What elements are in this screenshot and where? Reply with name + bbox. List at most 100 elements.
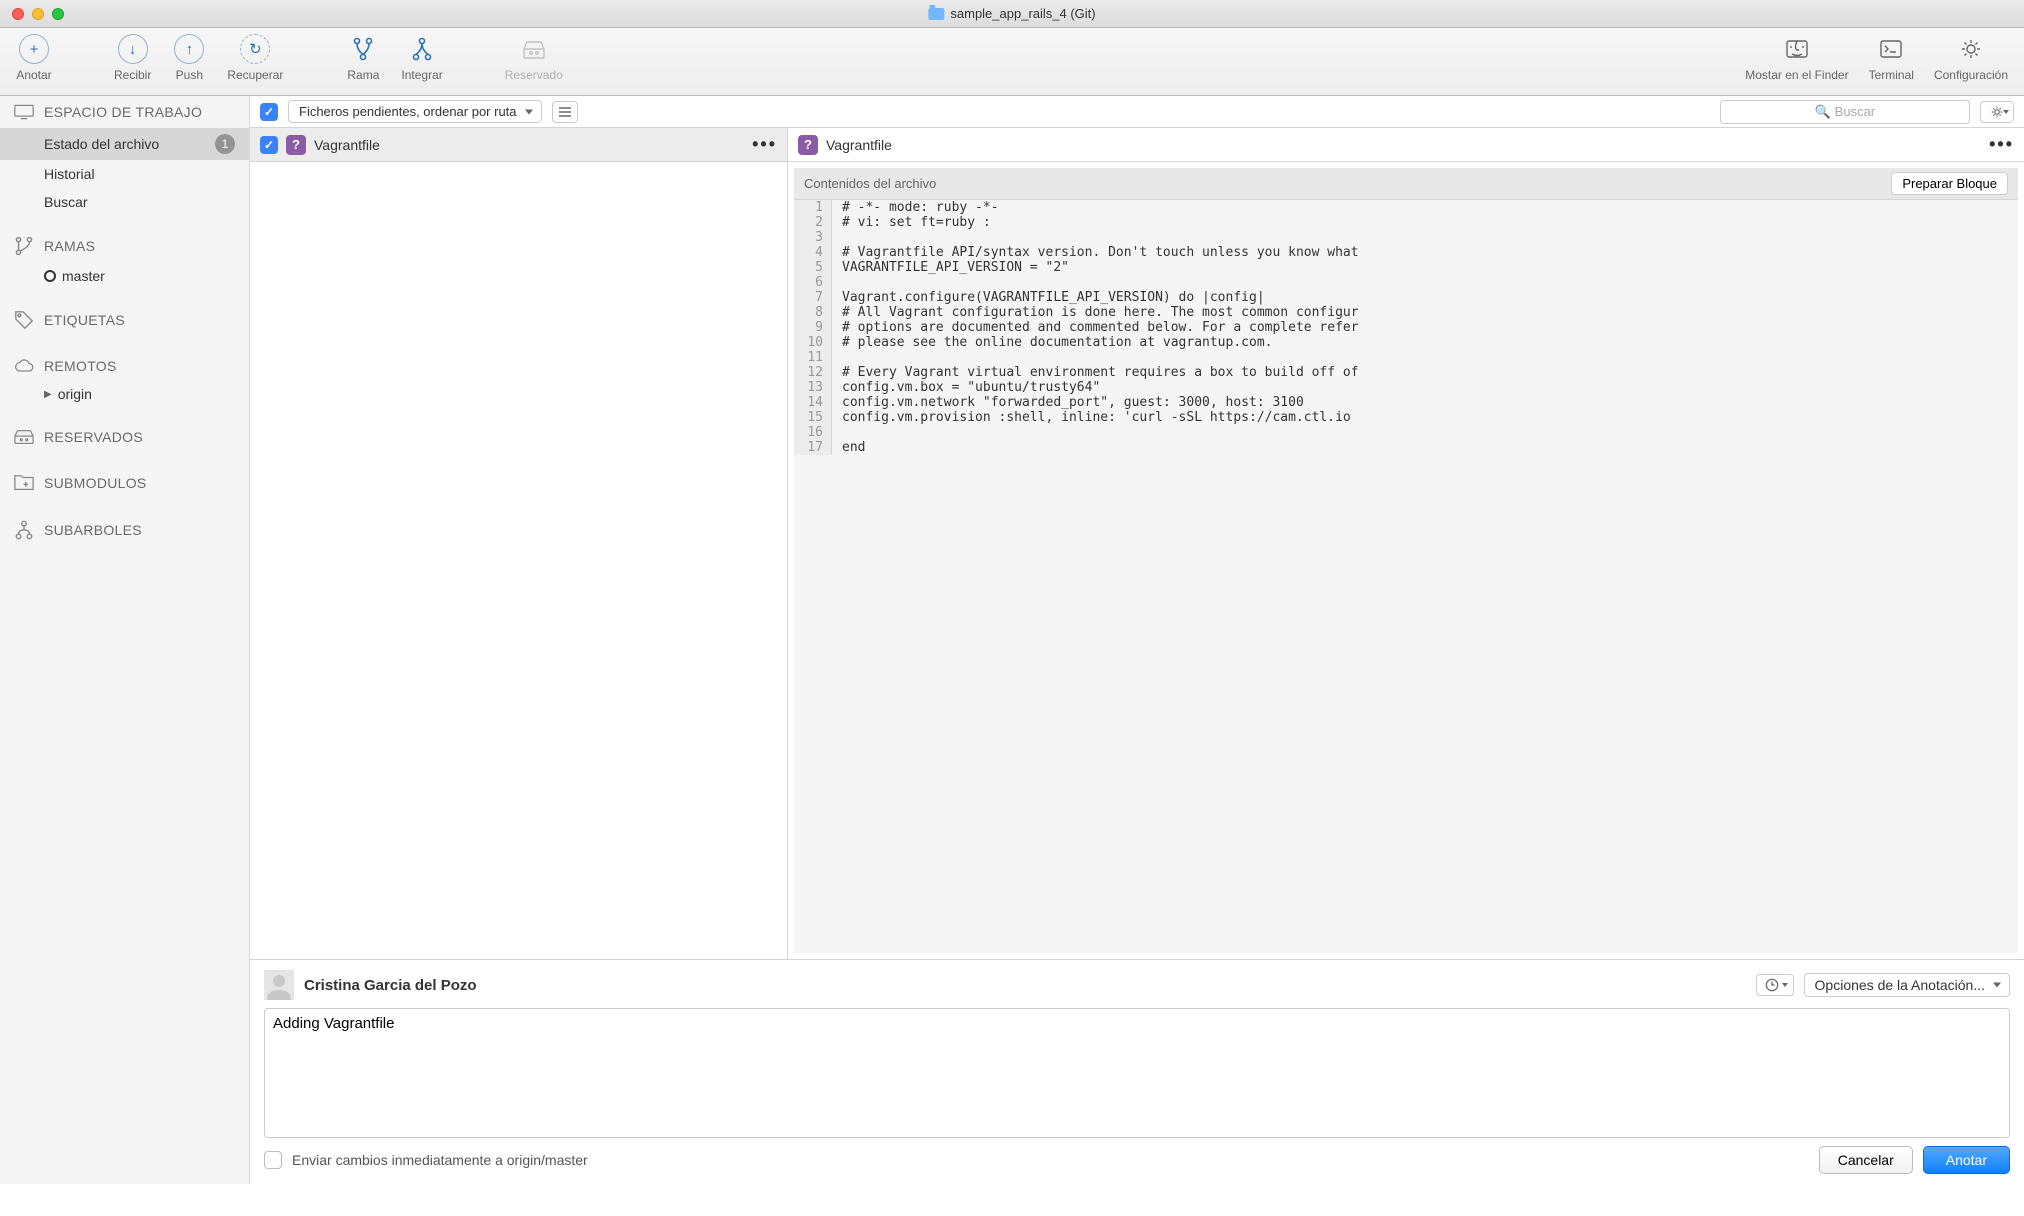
gear-icon [1990, 105, 2004, 119]
code-line[interactable]: 14config.vm.network "forwarded_port", gu… [794, 395, 2018, 410]
folder-icon [928, 8, 944, 20]
sidebar-section-submodules[interactable]: SUBMODULOS [0, 466, 249, 500]
content-area: ✓ Ficheros pendientes, ordenar por ruta … [250, 96, 2024, 1184]
file-row[interactable]: ✓ ? Vagrantfile ••• [250, 128, 787, 162]
sidebar-section-workspace[interactable]: ESPACIO DE TRABAJO [0, 96, 249, 128]
finder-icon [1782, 34, 1812, 64]
merge-toolbar-button[interactable]: Integrar [395, 34, 448, 82]
fetch-toolbar-button[interactable]: ↻ Recuperar [221, 34, 289, 82]
monitor-icon [14, 104, 34, 120]
code-view[interactable]: 1# -*- mode: ruby -*-2# vi: set ft=ruby … [794, 200, 2018, 455]
minimize-window-button[interactable] [32, 8, 44, 20]
settings-button[interactable]: Configuración [1928, 34, 2014, 82]
cloud-icon [14, 358, 34, 374]
code-line[interactable]: 1# -*- mode: ruby -*- [794, 200, 2018, 215]
window-title-text: sample_app_rails_4 (Git) [950, 6, 1095, 21]
commit-message-input[interactable] [264, 1008, 2010, 1138]
list-view-toggle[interactable] [552, 101, 578, 123]
sidebar-section-branches[interactable]: RAMAS [0, 228, 249, 264]
branch-icon [348, 34, 378, 64]
sidebar: ESPACIO DE TRABAJO Estado del archivo 1 … [0, 96, 250, 1184]
file-status-badge: 1 [215, 134, 235, 154]
stage-hunk-button[interactable]: Preparar Bloque [1891, 172, 2008, 195]
clock-icon [1765, 978, 1779, 992]
diff-header: ? Vagrantfile ••• [788, 128, 2024, 162]
diff-more-icon[interactable]: ••• [1989, 134, 2014, 155]
code-line[interactable]: 11 [794, 350, 2018, 365]
terminal-icon [1876, 34, 1906, 64]
stash-icon [519, 34, 549, 64]
plus-icon: + [19, 34, 49, 64]
sidebar-section-stashes[interactable]: RESERVADOS [0, 420, 249, 454]
file-checkbox[interactable]: ✓ [260, 136, 278, 154]
code-line[interactable]: 16 [794, 425, 2018, 440]
file-status-icon: ? [286, 135, 306, 155]
commit-button[interactable]: Anotar [1923, 1146, 2010, 1174]
sidebar-branch-master[interactable]: master [0, 264, 249, 290]
window-title: sample_app_rails_4 (Git) [928, 6, 1095, 21]
zoom-window-button[interactable] [52, 8, 64, 20]
push-immediately-label: Enviar cambios inmediatamente a origin/m… [292, 1152, 588, 1168]
tag-icon [14, 310, 34, 330]
sidebar-section-tags[interactable]: ETIQUETAS [0, 302, 249, 338]
code-line[interactable]: 6 [794, 275, 2018, 290]
down-arrow-icon: ↓ [118, 34, 148, 64]
code-line[interactable]: 9# options are documented and commented … [794, 320, 2018, 335]
commit-author: Cristina Garcia del Pozo [304, 977, 477, 994]
commit-history-button[interactable] [1756, 974, 1794, 996]
subtree-icon [14, 520, 34, 540]
stash-icon [14, 428, 34, 446]
disclosure-triangle-icon: ▶ [44, 389, 52, 400]
sidebar-remote-origin[interactable]: ▶ origin [0, 382, 249, 408]
search-input[interactable]: 🔍 Buscar [1720, 100, 1970, 124]
code-line[interactable]: 15config.vm.provision :shell, inline: 'c… [794, 410, 2018, 425]
sidebar-item-file-status[interactable]: Estado del archivo 1 [0, 128, 249, 160]
code-line[interactable]: 2# vi: set ft=ruby : [794, 215, 2018, 230]
stash-toolbar-button[interactable]: Reservado [499, 34, 569, 82]
commit-toolbar-button[interactable]: + Anotar [10, 34, 58, 82]
code-line[interactable]: 8# All Vagrant configuration is done her… [794, 305, 2018, 320]
filter-row: ✓ Ficheros pendientes, ordenar por ruta … [250, 96, 2024, 128]
push-immediately-checkbox[interactable] [264, 1151, 282, 1169]
push-toolbar-button[interactable]: ↑ Push [165, 34, 213, 82]
file-filter-dropdown[interactable]: Ficheros pendientes, ordenar por ruta [288, 100, 542, 123]
gear-icon [1956, 34, 1986, 64]
commit-options-dropdown[interactable]: Opciones de la Anotación... [1804, 973, 2010, 997]
up-arrow-icon: ↑ [174, 34, 204, 64]
sidebar-item-search[interactable]: Buscar [0, 188, 249, 216]
pull-toolbar-button[interactable]: ↓ Recibir [108, 34, 157, 82]
titlebar: sample_app_rails_4 (Git) [0, 0, 2024, 28]
file-status-icon: ? [798, 135, 818, 155]
show-in-finder-button[interactable]: Mostar en el Finder [1739, 34, 1854, 82]
sidebar-item-history[interactable]: Historial [0, 160, 249, 188]
code-line[interactable]: 7Vagrant.configure(VAGRANTFILE_API_VERSI… [794, 290, 2018, 305]
branch-toolbar-button[interactable]: Rama [339, 34, 387, 82]
close-window-button[interactable] [12, 8, 24, 20]
avatar [264, 970, 294, 1000]
sidebar-section-subtrees[interactable]: SUBARBOLES [0, 512, 249, 548]
branch-icon [14, 236, 34, 256]
file-list-pane: ✓ ? Vagrantfile ••• [250, 128, 788, 959]
code-line[interactable]: 10# please see the online documentation … [794, 335, 2018, 350]
file-more-icon[interactable]: ••• [752, 134, 777, 155]
code-line[interactable]: 17end [794, 440, 2018, 455]
current-branch-icon [44, 270, 56, 282]
diff-filename: Vagrantfile [826, 137, 892, 153]
refresh-dashed-icon: ↻ [240, 34, 270, 64]
file-name: Vagrantfile [314, 137, 380, 153]
window-controls [12, 8, 64, 20]
merge-icon [407, 34, 437, 64]
select-all-checkbox[interactable]: ✓ [260, 103, 278, 121]
code-line[interactable]: 4# Vagrantfile API/syntax version. Don't… [794, 245, 2018, 260]
search-icon: 🔍 [1815, 104, 1831, 119]
code-line[interactable]: 12# Every Vagrant virtual environment re… [794, 365, 2018, 380]
code-line[interactable]: 5VAGRANTFILE_API_VERSION = "2" [794, 260, 2018, 275]
sidebar-section-remotes[interactable]: REMOTOS [0, 350, 249, 382]
terminal-button[interactable]: Terminal [1863, 34, 1920, 82]
cancel-button[interactable]: Cancelar [1819, 1146, 1913, 1174]
commit-area: Cristina Garcia del Pozo Opciones de la … [250, 959, 2024, 1184]
diff-pane: ? Vagrantfile ••• Contenidos del archivo… [788, 128, 2024, 959]
view-options-button[interactable] [1980, 101, 2014, 123]
code-line[interactable]: 3 [794, 230, 2018, 245]
code-line[interactable]: 13config.vm.box = "ubuntu/trusty64" [794, 380, 2018, 395]
